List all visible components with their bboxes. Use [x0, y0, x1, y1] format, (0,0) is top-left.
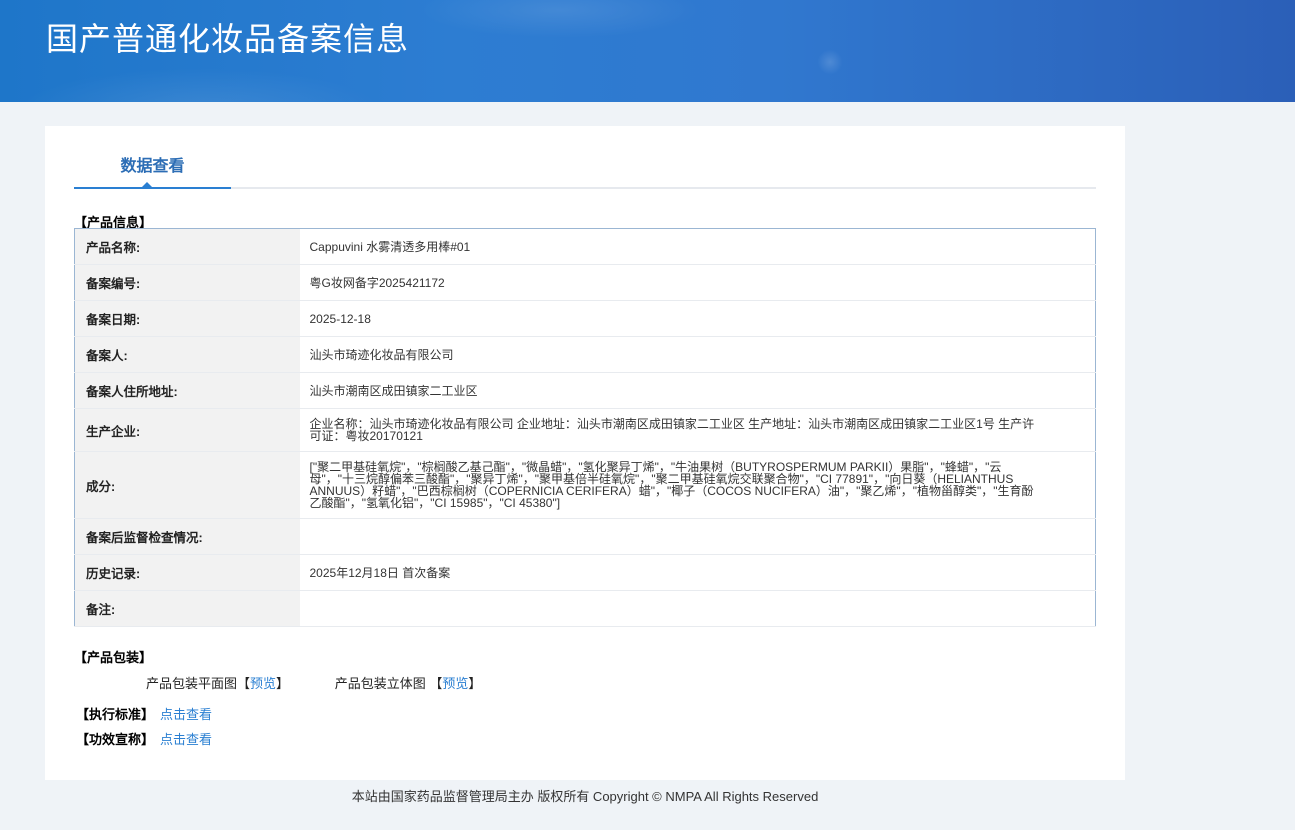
row-value: 汕头市琦迹化妆品有限公司 [299, 336, 1096, 373]
tab-bar: 数据查看 [74, 126, 1096, 189]
row-label: 产品名称: [74, 228, 300, 265]
efficacy-row: 【功效宣称】 点击查看 [76, 729, 212, 748]
efficacy-section-title: 【功效宣称】 [76, 732, 155, 747]
table-row: 备案日期: 2025-12-18 [74, 300, 1096, 337]
product-info-table: 产品名称: Cappuvini 水雾清透多用棒#01 备案编号: 粤G妆网备字2… [74, 228, 1096, 627]
table-row: 备注: [74, 590, 1096, 627]
standard-section-title: 【执行标准】 [76, 707, 155, 722]
tab-data-view[interactable]: 数据查看 [74, 126, 231, 189]
table-row: 历史记录: 2025年12月18日 首次备案 [74, 554, 1096, 591]
row-value: 2025-12-18 [299, 300, 1096, 337]
row-value: 粤G妆网备字2025421172 [299, 264, 1096, 301]
packaging-section-title: 【产品包装】 [74, 650, 153, 665]
row-value: 2025年12月18日 首次备案 [299, 554, 1096, 591]
row-value [299, 518, 1096, 555]
packaging-flat-label: 产品包装平面图 [146, 676, 238, 691]
packaging-row: 产品包装平面图【预览】 产品包装立体图 【预览】 [146, 673, 481, 692]
packaging-solid-item: 产品包装立体图 【预览】 [335, 673, 482, 692]
packaging-flat-item: 产品包装平面图【预览】 [146, 673, 289, 692]
row-label: 备案日期: [74, 300, 300, 337]
table-row: 备案编号: 粤G妆网备字2025421172 [74, 264, 1096, 301]
table-row: 备案人: 汕头市琦迹化妆品有限公司 [74, 336, 1096, 373]
page-title: 国产普通化妆品备案信息 [46, 21, 410, 57]
row-label: 备注: [74, 590, 300, 627]
table-row: 生产企业: 企业名称：汕头市琦迹化妆品有限公司 企业地址：汕头市潮南区成田镇家二… [74, 408, 1096, 452]
row-label: 备案编号: [74, 264, 300, 301]
table-row: 备案后监督检查情况: [74, 518, 1096, 555]
row-value: ["聚二甲基硅氧烷"，"棕榈酸乙基己酯"，"微晶蜡"，"氢化聚异丁烯"，"牛油果… [299, 451, 1096, 519]
row-value: Cappuvini 水雾清透多用棒#01 [299, 228, 1096, 265]
packaging-solid-preview-link[interactable]: 预览 [442, 676, 468, 691]
page-header: 国产普通化妆品备案信息 [0, 0, 1295, 102]
efficacy-view-link[interactable]: 点击查看 [160, 732, 212, 747]
bracket-close: 】 [276, 676, 290, 691]
bracket-open: 【 [237, 676, 251, 691]
row-label: 生产企业: [74, 408, 300, 452]
row-label: 备案人: [74, 336, 300, 373]
tab-label: 数据查看 [120, 158, 185, 175]
row-label: 备案人住所地址: [74, 372, 300, 409]
bracket-open: 【 [429, 676, 443, 691]
page-footer: 本站由国家药品监督管理局主办 版权所有 Copyright © NMPA All… [351, 789, 819, 804]
tab-active-caret-icon [141, 182, 153, 188]
row-label: 成分: [74, 451, 300, 519]
standard-row: 【执行标准】 点击查看 [76, 704, 212, 723]
content-card: 数据查看 【产品信息】 产品名称: Cappuvini 水雾清透多用棒#01 备… [45, 126, 1125, 780]
row-value [299, 590, 1096, 627]
row-value: 企业名称：汕头市琦迹化妆品有限公司 企业地址：汕头市潮南区成田镇家二工业区 生产… [299, 408, 1096, 452]
standard-view-link[interactable]: 点击查看 [160, 707, 212, 722]
table-row: 产品名称: Cappuvini 水雾清透多用棒#01 [74, 228, 1096, 265]
table-row: 成分: ["聚二甲基硅氧烷"，"棕榈酸乙基己酯"，"微晶蜡"，"氢化聚异丁烯"，… [74, 451, 1096, 519]
packaging-flat-preview-link[interactable]: 预览 [250, 676, 276, 691]
packaging-solid-label: 产品包装立体图 [334, 676, 426, 691]
row-label: 历史记录: [74, 554, 300, 591]
bracket-close: 】 [468, 676, 482, 691]
table-row: 备案人住所地址: 汕头市潮南区成田镇家二工业区 [74, 372, 1096, 409]
row-label: 备案后监督检查情况: [74, 518, 300, 555]
row-value: 汕头市潮南区成田镇家二工业区 [299, 372, 1096, 409]
